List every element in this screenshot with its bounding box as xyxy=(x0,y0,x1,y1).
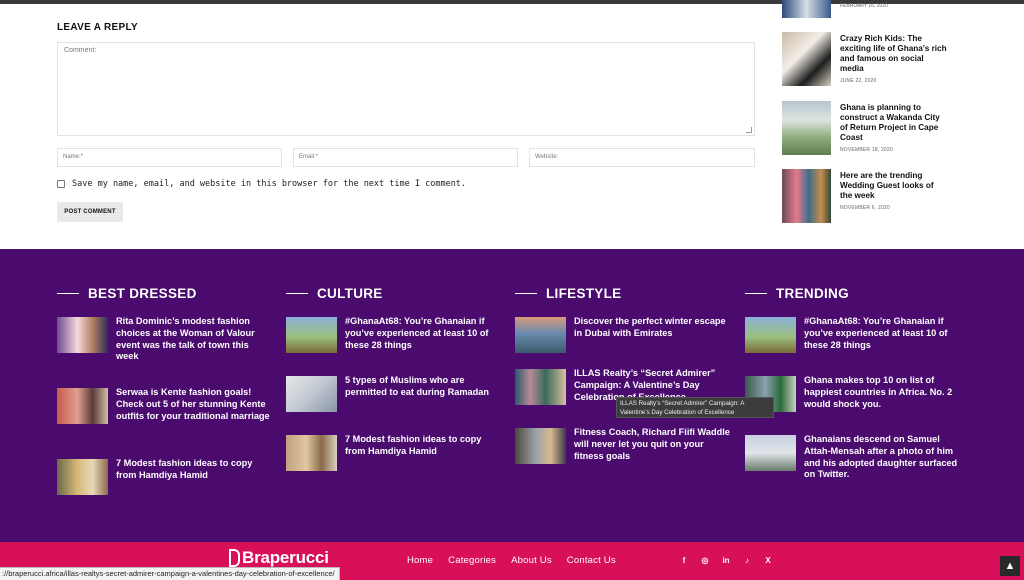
post-title[interactable]: Discover the perfect winter escape in Du… xyxy=(574,316,730,340)
post-thumbnail[interactable] xyxy=(57,459,108,495)
heading-rule xyxy=(745,292,767,294)
column-culture: CULTURE #GhanaAt68: You’re Ghanaian if y… xyxy=(286,285,501,471)
post-thumbnail[interactable] xyxy=(782,169,831,223)
post-thumbnail[interactable] xyxy=(286,317,337,353)
column-heading[interactable]: TRENDING xyxy=(776,286,849,301)
post-title[interactable]: Ghana makes top 10 on list of happiest c… xyxy=(804,375,960,410)
post-title[interactable]: 7 Modest fashion ideas to copy from Hamd… xyxy=(116,458,272,482)
post-title[interactable]: Serwaa is Kente fashion goals! Check out… xyxy=(116,387,272,422)
x-icon[interactable]: X xyxy=(764,556,772,565)
post-comment-button[interactable]: POST COMMENT xyxy=(57,202,123,222)
post-thumbnail[interactable] xyxy=(745,435,796,471)
footer-link-contact[interactable]: Contact Us xyxy=(567,555,616,566)
post-thumbnail[interactable] xyxy=(286,435,337,471)
reply-form: LEAVE A REPLY Comment: Name:* Email:* We… xyxy=(57,22,755,222)
post-title[interactable]: 5 types of Muslims who are permitted to … xyxy=(345,375,501,399)
post-thumbnail[interactable] xyxy=(286,376,337,412)
email-field[interactable]: Email:* xyxy=(293,148,518,167)
column-best-dressed: BEST DRESSED Rita Dominic’s modest fashi… xyxy=(57,285,272,495)
link-tooltip: ILLAS Realty’s “Secret Admirer” Campaign… xyxy=(616,397,774,418)
post-title[interactable]: Ghanaians descend on Samuel Attah-Mensah… xyxy=(804,434,960,481)
sidebar-post-date: JUNE 22, 2020 xyxy=(840,78,877,84)
column-heading[interactable]: LIFESTYLE xyxy=(546,286,621,301)
column-lifestyle: LIFESTYLE Discover the perfect winter es… xyxy=(515,285,730,464)
instagram-icon[interactable]: ◎ xyxy=(701,556,709,565)
site-logo[interactable]: Braperucci xyxy=(229,548,329,568)
resize-handle[interactable] xyxy=(746,127,752,133)
post-title[interactable]: #GhanaAt68: You’re Ghanaian if you’ve ex… xyxy=(804,316,960,351)
footer-link-about[interactable]: About Us xyxy=(511,555,552,566)
linkedin-icon[interactable]: in xyxy=(722,556,730,565)
post-title[interactable]: Fitness Coach, Richard Fiifi Waddle will… xyxy=(574,427,730,462)
post-thumbnail[interactable] xyxy=(745,317,796,353)
browser-status-url: ://braperucci.africa/illas-realtys-secre… xyxy=(0,567,340,580)
comment-textarea[interactable]: Comment: xyxy=(57,42,755,136)
column-trending: TRENDING #GhanaAt68: You’re Ghanaian if … xyxy=(745,285,960,479)
consent-row[interactable]: Save my name, email, and website in this… xyxy=(57,179,466,189)
footer-link-categories[interactable]: Categories xyxy=(448,555,496,566)
website-placeholder: Website: xyxy=(535,154,559,160)
logo-mark-icon xyxy=(229,549,240,567)
post-thumbnail[interactable] xyxy=(782,101,831,155)
sidebar-post-date: NOVEMBER 6, 2020 xyxy=(840,205,890,211)
post-thumbnail[interactable] xyxy=(782,32,831,86)
sidebar-post-title[interactable]: Here are the trending Wedding Guest look… xyxy=(840,171,948,201)
sidebar-post-title[interactable]: Crazy Rich Kids: The exciting life of Gh… xyxy=(840,34,948,74)
column-heading[interactable]: BEST DRESSED xyxy=(88,286,197,301)
footer-link-home[interactable]: Home xyxy=(407,555,433,566)
email-placeholder: Email:* xyxy=(299,154,319,160)
post-thumbnail[interactable] xyxy=(57,388,108,424)
heading-rule xyxy=(286,292,308,294)
back-to-top-button[interactable]: ▲ xyxy=(1000,556,1020,576)
column-heading[interactable]: CULTURE xyxy=(317,286,383,301)
consent-label: Save my name, email, and website in this… xyxy=(72,179,467,189)
post-thumbnail[interactable] xyxy=(57,317,108,353)
sidebar-top-thumbnail[interactable] xyxy=(782,0,831,18)
logo-text: Braperucci xyxy=(242,548,329,567)
heading-rule xyxy=(515,292,537,294)
name-placeholder: Name:* xyxy=(63,154,84,160)
website-field[interactable]: Website: xyxy=(529,148,755,167)
social-links: f ◎ in ♪ X xyxy=(680,556,772,565)
sidebar-post-date: NOVEMBER 18, 2020 xyxy=(840,147,893,153)
tiktok-icon[interactable]: ♪ xyxy=(743,556,751,565)
comment-placeholder: Comment: xyxy=(64,47,97,54)
post-title[interactable]: Rita Dominic’s modest fashion choices at… xyxy=(116,316,272,363)
sidebar-top-date: FEBRUARY 16, 2020 xyxy=(840,3,888,9)
consent-checkbox[interactable] xyxy=(57,180,65,188)
post-title[interactable]: #GhanaAt68: You’re Ghanaian if you’ve ex… xyxy=(345,316,501,351)
post-thumbnail[interactable] xyxy=(515,369,566,405)
facebook-icon[interactable]: f xyxy=(680,556,688,565)
category-section: BEST DRESSED Rita Dominic’s modest fashi… xyxy=(0,249,1024,542)
footer-nav: Home Categories About Us Contact Us xyxy=(407,555,616,566)
post-title[interactable]: 7 Modest fashion ideas to copy from Hamd… xyxy=(345,434,501,458)
name-field[interactable]: Name:* xyxy=(57,148,282,167)
post-thumbnail[interactable] xyxy=(515,317,566,353)
post-thumbnail[interactable] xyxy=(515,428,566,464)
heading-rule xyxy=(57,292,79,294)
reply-heading: LEAVE A REPLY xyxy=(57,22,138,33)
sidebar-post-title[interactable]: Ghana is planning to construct a Wakanda… xyxy=(840,103,948,143)
